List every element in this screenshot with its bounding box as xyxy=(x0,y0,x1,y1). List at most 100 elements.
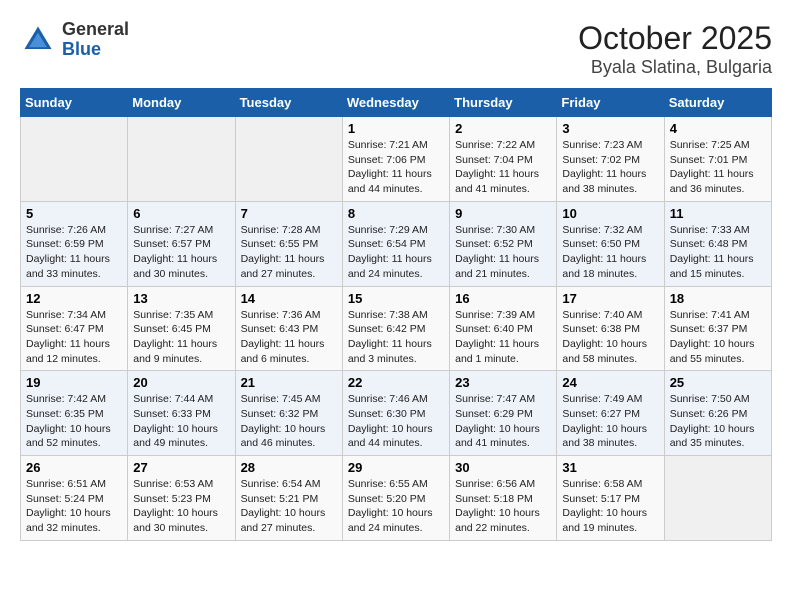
logo-text: General Blue xyxy=(62,20,129,60)
day-of-week-header: Wednesday xyxy=(342,89,449,117)
day-number: 30 xyxy=(455,460,551,475)
day-number: 15 xyxy=(348,291,444,306)
day-number: 23 xyxy=(455,375,551,390)
day-info: Sunrise: 7:46 AM Sunset: 6:30 PM Dayligh… xyxy=(348,392,444,451)
calendar-cell: 16Sunrise: 7:39 AM Sunset: 6:40 PM Dayli… xyxy=(450,286,557,371)
day-number: 24 xyxy=(562,375,658,390)
calendar-subtitle: Byala Slatina, Bulgaria xyxy=(578,57,772,78)
day-number: 25 xyxy=(670,375,766,390)
day-number: 3 xyxy=(562,121,658,136)
calendar-cell: 20 Sunrise: 7:44 AM Sunset: 6:33 PM Dayli… xyxy=(128,371,235,456)
day-info: Sunrise: 6:56 AM Sunset: 5:18 PM Dayligh… xyxy=(455,477,551,536)
day-info: Sunrise: 7:27 AM Sunset: 6:57 PM Dayligh… xyxy=(133,223,229,282)
calendar-cell: 23 Sunrise: 7:47 AM Sunset: 6:29 PM Dayli… xyxy=(450,371,557,456)
day-number: 5 xyxy=(26,206,122,221)
calendar-cell: 24 Sunrise: 7:49 AM Sunset: 6:27 PM Dayli… xyxy=(557,371,664,456)
day-number: 17 xyxy=(562,291,658,306)
calendar-week-row: 12 Sunrise: 7:34 AM Sunset: 6:47 PM Dayli… xyxy=(21,286,772,371)
calendar-cell: 17 Sunrise: 7:40 AM Sunset: 6:38 PM Dayli… xyxy=(557,286,664,371)
day-number: 7 xyxy=(241,206,337,221)
calendar-cell: 6 Sunrise: 7:27 AM Sunset: 6:57 PM Daylig… xyxy=(128,201,235,286)
calendar-cell: 2 Sunrise: 7:22 AM Sunset: 7:04 PM Daylig… xyxy=(450,117,557,202)
day-info: Sunrise: 7:34 AM Sunset: 6:47 PM Dayligh… xyxy=(26,308,122,367)
calendar-cell: 10 Sunrise: 7:32 AM Sunset: 6:50 PM Dayli… xyxy=(557,201,664,286)
calendar-cell: 28Sunrise: 6:54 AM Sunset: 5:21 PM Dayli… xyxy=(235,456,342,541)
calendar-header-row: SundayMondayTuesdayWednesdayThursdayFrid… xyxy=(21,89,772,117)
day-info: Sunrise: 6:51 AM Sunset: 5:24 PM Dayligh… xyxy=(26,477,122,536)
day-info: Sunrise: 7:25 AM Sunset: 7:01 PM Dayligh… xyxy=(670,138,766,197)
day-number: 31 xyxy=(562,460,658,475)
day-info: Sunrise: 7:26 AM Sunset: 6:59 PM Dayligh… xyxy=(26,223,122,282)
day-number: 10 xyxy=(562,206,658,221)
calendar-cell: 26Sunrise: 6:51 AM Sunset: 5:24 PM Dayli… xyxy=(21,456,128,541)
calendar-cell: 15 Sunrise: 7:38 AM Sunset: 6:42 PM Dayli… xyxy=(342,286,449,371)
calendar-cell xyxy=(128,117,235,202)
calendar-cell: 25Sunrise: 7:50 AM Sunset: 6:26 PM Dayli… xyxy=(664,371,771,456)
calendar-cell: 8 Sunrise: 7:29 AM Sunset: 6:54 PM Daylig… xyxy=(342,201,449,286)
day-info: Sunrise: 7:42 AM Sunset: 6:35 PM Dayligh… xyxy=(26,392,122,451)
day-info: Sunrise: 7:44 AM Sunset: 6:33 PM Dayligh… xyxy=(133,392,229,451)
calendar-cell: 4Sunrise: 7:25 AM Sunset: 7:01 PM Daylig… xyxy=(664,117,771,202)
calendar-cell: 30 Sunrise: 6:56 AM Sunset: 5:18 PM Dayli… xyxy=(450,456,557,541)
title-block: October 2025 Byala Slatina, Bulgaria xyxy=(578,20,772,78)
day-of-week-header: Tuesday xyxy=(235,89,342,117)
day-number: 22 xyxy=(348,375,444,390)
day-info: Sunrise: 7:45 AM Sunset: 6:32 PM Dayligh… xyxy=(241,392,337,451)
calendar-week-row: 1Sunrise: 7:21 AM Sunset: 7:06 PM Daylig… xyxy=(21,117,772,202)
calendar-cell: 13Sunrise: 7:35 AM Sunset: 6:45 PM Dayli… xyxy=(128,286,235,371)
calendar-cell: 21 Sunrise: 7:45 AM Sunset: 6:32 PM Dayli… xyxy=(235,371,342,456)
day-number: 1 xyxy=(348,121,444,136)
day-info: Sunrise: 7:32 AM Sunset: 6:50 PM Dayligh… xyxy=(562,223,658,282)
day-info: Sunrise: 7:40 AM Sunset: 6:38 PM Dayligh… xyxy=(562,308,658,367)
calendar-cell xyxy=(21,117,128,202)
calendar-cell: 9 Sunrise: 7:30 AM Sunset: 6:52 PM Daylig… xyxy=(450,201,557,286)
calendar-cell: 31Sunrise: 6:58 AM Sunset: 5:17 PM Dayli… xyxy=(557,456,664,541)
logo-blue-text: Blue xyxy=(62,40,129,60)
day-info: Sunrise: 6:55 AM Sunset: 5:20 PM Dayligh… xyxy=(348,477,444,536)
logo-icon xyxy=(20,22,56,58)
day-number: 29 xyxy=(348,460,444,475)
day-number: 2 xyxy=(455,121,551,136)
day-number: 8 xyxy=(348,206,444,221)
calendar-cell: 27Sunrise: 6:53 AM Sunset: 5:23 PM Dayli… xyxy=(128,456,235,541)
calendar-cell: 19 Sunrise: 7:42 AM Sunset: 6:35 PM Dayli… xyxy=(21,371,128,456)
day-number: 11 xyxy=(670,206,766,221)
calendar-cell: 14 Sunrise: 7:36 AM Sunset: 6:43 PM Dayli… xyxy=(235,286,342,371)
day-info: Sunrise: 7:49 AM Sunset: 6:27 PM Dayligh… xyxy=(562,392,658,451)
calendar-week-row: 19 Sunrise: 7:42 AM Sunset: 6:35 PM Dayli… xyxy=(21,371,772,456)
day-of-week-header: Saturday xyxy=(664,89,771,117)
calendar-table: SundayMondayTuesdayWednesdayThursdayFrid… xyxy=(20,88,772,541)
day-info: Sunrise: 7:30 AM Sunset: 6:52 PM Dayligh… xyxy=(455,223,551,282)
calendar-cell xyxy=(235,117,342,202)
day-info: Sunrise: 7:22 AM Sunset: 7:04 PM Dayligh… xyxy=(455,138,551,197)
day-number: 18 xyxy=(670,291,766,306)
day-number: 19 xyxy=(26,375,122,390)
day-number: 6 xyxy=(133,206,229,221)
day-info: Sunrise: 7:47 AM Sunset: 6:29 PM Dayligh… xyxy=(455,392,551,451)
day-of-week-header: Friday xyxy=(557,89,664,117)
day-info: Sunrise: 7:23 AM Sunset: 7:02 PM Dayligh… xyxy=(562,138,658,197)
day-number: 14 xyxy=(241,291,337,306)
day-of-week-header: Thursday xyxy=(450,89,557,117)
calendar-cell: 7 Sunrise: 7:28 AM Sunset: 6:55 PM Daylig… xyxy=(235,201,342,286)
calendar-cell: 11Sunrise: 7:33 AM Sunset: 6:48 PM Dayli… xyxy=(664,201,771,286)
day-info: Sunrise: 6:53 AM Sunset: 5:23 PM Dayligh… xyxy=(133,477,229,536)
calendar-cell xyxy=(664,456,771,541)
day-info: Sunrise: 7:36 AM Sunset: 6:43 PM Dayligh… xyxy=(241,308,337,367)
calendar-title: October 2025 xyxy=(578,20,772,57)
day-info: Sunrise: 7:29 AM Sunset: 6:54 PM Dayligh… xyxy=(348,223,444,282)
logo: General Blue xyxy=(20,20,129,60)
calendar-week-row: 5 Sunrise: 7:26 AM Sunset: 6:59 PM Daylig… xyxy=(21,201,772,286)
day-number: 28 xyxy=(241,460,337,475)
day-info: Sunrise: 7:28 AM Sunset: 6:55 PM Dayligh… xyxy=(241,223,337,282)
day-number: 9 xyxy=(455,206,551,221)
day-info: Sunrise: 7:35 AM Sunset: 6:45 PM Dayligh… xyxy=(133,308,229,367)
day-number: 20 xyxy=(133,375,229,390)
day-number: 12 xyxy=(26,291,122,306)
day-number: 21 xyxy=(241,375,337,390)
day-info: Sunrise: 7:38 AM Sunset: 6:42 PM Dayligh… xyxy=(348,308,444,367)
logo-general-text: General xyxy=(62,20,129,40)
calendar-cell: 22 Sunrise: 7:46 AM Sunset: 6:30 PM Dayli… xyxy=(342,371,449,456)
calendar-cell: 3 Sunrise: 7:23 AM Sunset: 7:02 PM Daylig… xyxy=(557,117,664,202)
day-of-week-header: Sunday xyxy=(21,89,128,117)
